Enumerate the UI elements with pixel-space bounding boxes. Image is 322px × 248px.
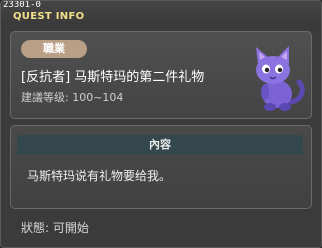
job-badge: 職業 bbox=[21, 40, 87, 58]
window-title-bar[interactable]: 23301-0 QUEST INFO bbox=[1, 1, 321, 25]
quest-info-window: 23301-0 QUEST INFO 職業 [反抗者] 马斯特玛的第二件礼物 建… bbox=[0, 0, 322, 248]
level-label: 建議等级: bbox=[21, 91, 69, 104]
status-value: 可開始 bbox=[52, 221, 89, 235]
quest-content-panel: 內容 马斯特玛说有礼物要给我。 bbox=[10, 125, 312, 209]
quest-status: 狀態: 可開始 bbox=[21, 221, 89, 236]
quest-name: [反抗者] 马斯特玛的第二件礼物 bbox=[21, 70, 205, 85]
quest-id: 23301-0 bbox=[3, 0, 41, 10]
window-title: QUEST INFO bbox=[13, 11, 85, 22]
quest-summary-panel: 職業 [反抗者] 马斯特玛的第二件礼物 建議等级: 100~104 bbox=[10, 31, 312, 119]
recommended-level: 建議等级: 100~104 bbox=[21, 91, 123, 105]
level-range: 100~104 bbox=[72, 91, 124, 104]
content-header: 內容 bbox=[17, 135, 303, 155]
purple-cat-npc-icon bbox=[243, 42, 307, 114]
status-label: 狀態: bbox=[21, 221, 50, 235]
content-text: 马斯特玛说有礼物要给我。 bbox=[27, 169, 172, 183]
